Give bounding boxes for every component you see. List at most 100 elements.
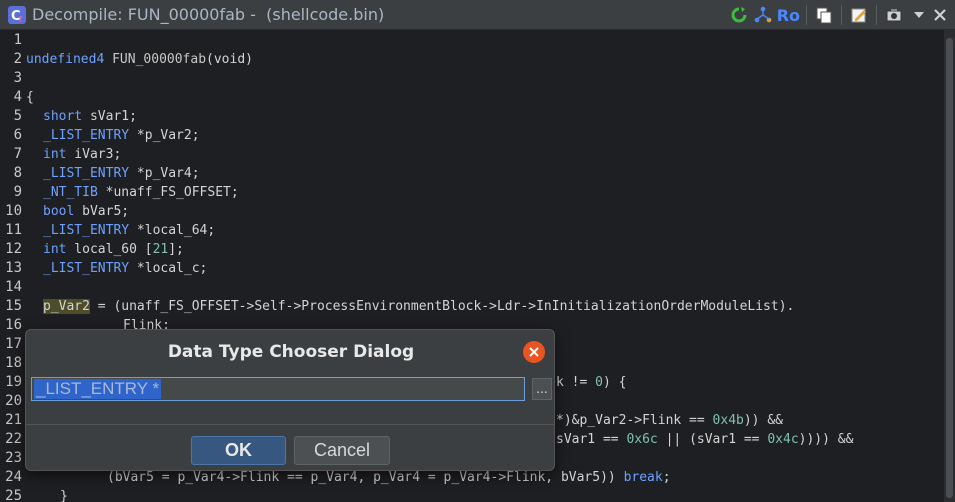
code-text: sVar1 == <box>556 432 627 447</box>
data-type-input[interactable]: _LIST_ENTRY * <box>31 377 525 401</box>
type-token[interactable]: short <box>43 109 82 124</box>
code-line-9: _NT_TIB *unaff_FS_OFFSET; <box>43 183 239 202</box>
line-number: 17 <box>5 336 22 352</box>
code-text: (bVar5 = p_Var4->Flink == p_Var4, p_Var4… <box>107 470 624 485</box>
line-number: 14 <box>5 279 22 295</box>
type-token[interactable]: _NT_TIB <box>43 185 98 200</box>
number-token: 0x4b <box>712 413 744 428</box>
dialog-close-button[interactable] <box>523 341 545 363</box>
type-token[interactable]: undefined4 <box>26 52 104 67</box>
svg-text:f: f <box>19 15 22 24</box>
line-number: 4 <box>13 89 22 105</box>
function-name-token[interactable]: FUN_00000fab <box>112 52 206 67</box>
code-line-15: p_Var2 = (unaff_FS_OFFSET->Self->Process… <box>43 297 794 316</box>
type-token[interactable]: _LIST_ENTRY <box>43 128 129 143</box>
line-number: 5 <box>13 108 22 124</box>
line-number: 6 <box>13 127 22 143</box>
close-icon <box>529 347 539 357</box>
edit-icon[interactable] <box>848 0 870 30</box>
line-number: 10 <box>5 203 22 219</box>
line-number: 9 <box>13 184 22 200</box>
keyword-token: break <box>623 470 663 485</box>
line-number: 11 <box>5 222 22 238</box>
decompiler-logo-icon: Cf <box>6 4 28 26</box>
line-number: 25 <box>5 488 22 502</box>
code-text: ) { <box>602 375 627 390</box>
code-text: *)&p_Var2->Flink == <box>556 413 713 428</box>
code-text: = (unaff_FS_OFFSET->Self->ProcessEnviron… <box>89 299 795 314</box>
line-number: 24 <box>5 469 22 485</box>
line-number: 21 <box>5 412 22 428</box>
code-line-11: _LIST_ENTRY *local_64; <box>43 221 215 240</box>
line-number: 19 <box>5 374 22 390</box>
type-token[interactable]: bool <box>43 204 74 219</box>
line-number: 2 <box>13 51 22 67</box>
line-number: 8 <box>13 165 22 181</box>
code-text: iVar3; <box>66 147 122 162</box>
data-type-input-value: _LIST_ENTRY * <box>34 379 162 399</box>
type-token[interactable]: _LIST_ENTRY <box>43 166 129 181</box>
line-number: 13 <box>5 260 22 276</box>
dialog-title: Data Type Chooser Dialog <box>167 342 415 362</box>
code-line-22: sVar1 == 0x6c || (sVar1 == 0x4c)))) && <box>556 430 853 449</box>
dropdown-icon[interactable] <box>909 0 929 30</box>
code-line-5: short sVar1; <box>43 107 137 126</box>
scrollbar-thumb[interactable] <box>946 38 953 498</box>
code-line-21: *)&p_Var2->Flink == 0x4b)) && <box>556 411 783 430</box>
code-line-25: } <box>60 489 68 502</box>
code-text: (void) <box>206 52 253 67</box>
line-number: 16 <box>5 317 22 333</box>
code-line-7: int iVar3; <box>43 145 121 164</box>
line-number: 7 <box>13 146 22 162</box>
line-number: 15 <box>5 298 22 314</box>
code-text: k != <box>556 375 596 390</box>
dialog-divider <box>26 424 554 425</box>
browse-data-types-button[interactable]: ... <box>532 378 552 400</box>
toolbar-separator <box>806 5 807 25</box>
snapshot-icon[interactable] <box>883 0 905 30</box>
code-text: bVar5; <box>74 204 130 219</box>
window-titlebar: Cf Decompile: FUN_00000fab - (shellcode.… <box>0 0 955 30</box>
close-icon[interactable] <box>929 0 951 30</box>
code-line-4: { <box>26 90 34 105</box>
highlighted-variable-token[interactable]: p_Var2 <box>43 299 90 314</box>
line-number: 22 <box>5 431 22 447</box>
code-text: ; <box>662 470 671 485</box>
code-text: *p_Var2; <box>129 128 200 143</box>
code-line-12: int local_60 [21]; <box>43 240 184 259</box>
code-line-6: _LIST_ENTRY *p_Var2; <box>43 126 200 145</box>
vertical-scrollbar[interactable] <box>944 30 955 502</box>
number-token: 21 <box>152 242 169 257</box>
line-number: 20 <box>5 393 22 409</box>
toolbar-separator <box>876 5 877 25</box>
window-title: Decompile: FUN_00000fab - (shellcode.bin… <box>32 5 385 24</box>
code-text: ]; <box>168 242 184 257</box>
line-number: 1 <box>13 32 22 48</box>
code-line-10: bool bVar5; <box>43 202 129 221</box>
code-text: )))) && <box>798 432 854 447</box>
line-number: 23 <box>5 450 22 466</box>
graph-icon[interactable] <box>752 0 774 30</box>
code-text: *p_Var4; <box>129 166 200 181</box>
line-number: 12 <box>5 241 22 257</box>
type-token[interactable]: int <box>43 147 66 162</box>
line-number: 18 <box>5 355 22 371</box>
code-line-8: _LIST_ENTRY *p_Var4; <box>43 164 200 183</box>
cancel-button[interactable]: Cancel <box>294 436 390 465</box>
type-token[interactable]: int <box>43 242 66 257</box>
line-number: 3 <box>13 70 22 86</box>
copy-icon[interactable] <box>813 0 835 30</box>
code-line-2: undefined4 FUN_00000fab(void) <box>26 50 253 69</box>
code-line-19: k != 0) { <box>556 373 626 392</box>
refresh-icon[interactable] <box>728 0 750 30</box>
number-token: 0 <box>595 375 603 390</box>
code-text: || (sVar1 == <box>657 432 768 447</box>
data-type-chooser-dialog: Data Type Chooser Dialog _LIST_ENTRY * .… <box>25 329 555 471</box>
toolbar-separator <box>841 5 842 25</box>
code-text: *unaff_FS_OFFSET; <box>97 185 239 200</box>
type-token[interactable]: _LIST_ENTRY <box>43 223 129 238</box>
code-text: *local_64; <box>129 223 216 238</box>
type-token[interactable]: _LIST_ENTRY <box>43 261 129 276</box>
read-only-toggle[interactable]: Ro <box>774 0 800 30</box>
ok-button[interactable]: OK <box>191 436 286 465</box>
